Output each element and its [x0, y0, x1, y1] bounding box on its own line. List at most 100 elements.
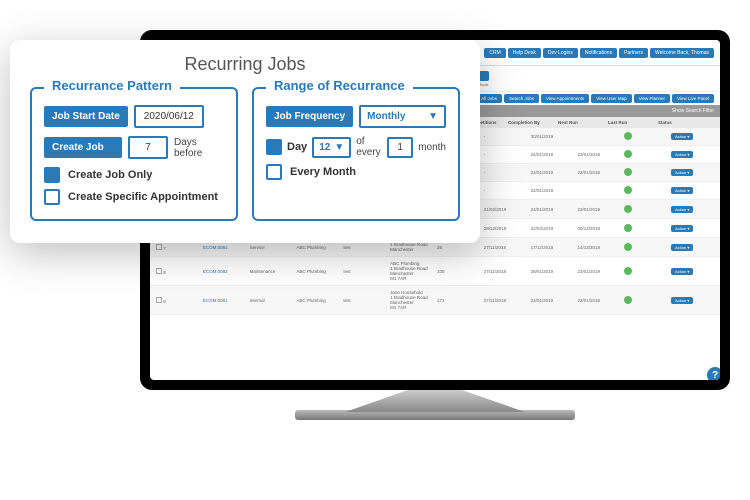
- cell-reps: 25: [435, 244, 482, 251]
- chevron-down-icon: ▼: [428, 111, 438, 122]
- every-month-label: Every Month: [290, 166, 356, 178]
- cell-ref[interactable]: ECOM:0081: [201, 297, 248, 304]
- cell-status: [622, 266, 669, 277]
- top-btn-dev[interactable]: Dev Logins: [543, 48, 578, 58]
- action-button[interactable]: Action ▾: [671, 133, 693, 140]
- create-job-label: Create Job: [44, 137, 122, 158]
- modal-title: Recurring Jobs: [30, 54, 460, 75]
- cell-status: [622, 149, 669, 160]
- days-before-text: Days before: [174, 137, 224, 159]
- th-next: Next Run: [556, 119, 606, 126]
- action-button[interactable]: Action ▾: [671, 244, 693, 251]
- cell-last-run: 23/01/2019: [575, 169, 622, 176]
- action-button[interactable]: Action ▾: [671, 206, 693, 213]
- sub-all-jobs[interactable]: All Jobs: [476, 94, 502, 103]
- top-btn-help[interactable]: Help Desk: [508, 48, 541, 58]
- action-button[interactable]: Action ▾: [671, 225, 693, 232]
- cell-status: [622, 185, 669, 196]
- chevron-down-icon: ▼: [334, 142, 344, 153]
- recurring-jobs-modal: Recurring Jobs Recurrance Pattern Job St…: [10, 40, 480, 243]
- table-row[interactable]: 9ECOM:0081InternalABC PlumbingtestJane H…: [150, 286, 720, 315]
- th-status: Status: [656, 119, 686, 126]
- cell-next-run: 24/01/2019: [529, 206, 576, 213]
- tools-icon: [479, 71, 489, 81]
- create-specific-appointment-checkbox[interactable]: [44, 189, 60, 205]
- cell-next-run: 22/01/2019: [529, 187, 576, 194]
- cell-ref[interactable]: ECOM:0081: [201, 244, 248, 251]
- cell-next-run: 24/01/2019: [529, 151, 576, 158]
- create-job-days-input[interactable]: 7: [128, 136, 168, 159]
- range-of-recurrance-fieldset: Range of Recurrance Job Frequency Monthl…: [252, 87, 460, 221]
- action-button[interactable]: Action ▾: [671, 187, 693, 194]
- action-button[interactable]: Action ▾: [671, 297, 693, 304]
- row-checkbox[interactable]: [156, 268, 162, 274]
- top-btn-crm[interactable]: CRM: [484, 48, 505, 58]
- cell-customer: ABC Plumbing: [294, 297, 341, 304]
- cell-status: [622, 223, 669, 234]
- cell-type: Internal: [248, 297, 295, 304]
- day-checkbox[interactable]: [266, 139, 282, 155]
- recurrance-pattern-fieldset: Recurrance Pattern Job Start Date 2020/0…: [30, 87, 238, 221]
- cell-completion: 27/11/2018: [482, 244, 529, 251]
- cell-customer: ABC Plumbing: [294, 244, 341, 251]
- cell-next-run: 24/01/2019: [529, 297, 576, 304]
- status-ok-icon: [624, 267, 632, 275]
- cell-status: [622, 167, 669, 178]
- month-value-input[interactable]: 1: [387, 137, 413, 158]
- status-ok-icon: [624, 150, 632, 158]
- month-label: month: [418, 142, 446, 153]
- filter-text: Show Search Filter: [672, 108, 714, 114]
- cell-last-run: 23/01/2019: [575, 206, 622, 213]
- sub-view-appts[interactable]: View Appointments: [541, 94, 589, 103]
- cell-last-run: 14/12/2018: [575, 244, 622, 251]
- action-button[interactable]: Action ▾: [671, 268, 693, 275]
- tool-tools[interactable]: Tools: [479, 71, 489, 87]
- day-value-select[interactable]: 12 ▼: [312, 137, 351, 158]
- create-job-only-checkbox[interactable]: [44, 167, 60, 183]
- top-button-bar: CRM Help Desk Dev Logins Notifications P…: [484, 48, 714, 58]
- row-checkbox[interactable]: [156, 297, 162, 303]
- sub-view-planner[interactable]: View Planner: [634, 94, 670, 103]
- top-btn-welcome[interactable]: Welcome Back, Thomas: [650, 48, 714, 58]
- th-comp: Completion By: [506, 119, 556, 126]
- top-btn-notif[interactable]: Notifications: [580, 48, 617, 58]
- cell-job: test: [341, 244, 388, 251]
- status-ok-icon: [624, 132, 632, 140]
- cell-ref[interactable]: ECOM:0082: [201, 268, 248, 275]
- help-bubble-icon[interactable]: ?: [707, 367, 720, 380]
- cell-completion: -: [482, 187, 529, 194]
- every-month-checkbox[interactable]: [266, 164, 282, 180]
- cell-next-run: 22/02/2019: [529, 225, 576, 232]
- status-ok-icon: [624, 243, 632, 251]
- action-button[interactable]: Action ▾: [671, 151, 693, 158]
- cell-last-run: 23/01/2019: [575, 151, 622, 158]
- of-every-text: of every: [356, 136, 382, 158]
- cell-type: Service: [248, 244, 295, 251]
- action-button[interactable]: Action ▾: [671, 169, 693, 176]
- cell-last-run: [575, 190, 622, 192]
- sub-search-jobs[interactable]: Search Jobs: [504, 94, 539, 103]
- cell-reps: 100: [435, 268, 482, 275]
- sub-live-panel[interactable]: View Live Panel: [672, 94, 714, 103]
- cell-status: [622, 131, 669, 142]
- cell-status: [622, 295, 669, 306]
- job-start-date-input[interactable]: 2020/06/12: [134, 105, 204, 128]
- cell-status: [622, 242, 669, 253]
- job-frequency-select[interactable]: Monthly ▼: [359, 105, 446, 128]
- cell-completion: -: [482, 151, 529, 158]
- cell-customer: ABC Plumbing: [294, 268, 341, 275]
- day-label: Day: [287, 141, 307, 153]
- cell-last-run: 23/01/2019: [575, 268, 622, 275]
- top-btn-partners[interactable]: Partners: [619, 48, 648, 58]
- cell-last-run: 23/01/2019: [575, 297, 622, 304]
- cell-completion: -: [482, 133, 529, 140]
- range-legend: Range of Recurrance: [266, 78, 413, 93]
- cell-next-run: 24/01/2019: [529, 169, 576, 176]
- table-row[interactable]: 8ECOM:0082MaintenanceABC PlumbingtestABC…: [150, 257, 720, 286]
- cell-last-run: [575, 136, 622, 138]
- cell-next-run: 17/12/2018: [529, 244, 576, 251]
- sub-user-map[interactable]: View User Map: [591, 94, 631, 103]
- th-last: Last Run: [606, 119, 656, 126]
- job-start-date-label: Job Start Date: [44, 106, 128, 127]
- row-checkbox[interactable]: [156, 244, 162, 250]
